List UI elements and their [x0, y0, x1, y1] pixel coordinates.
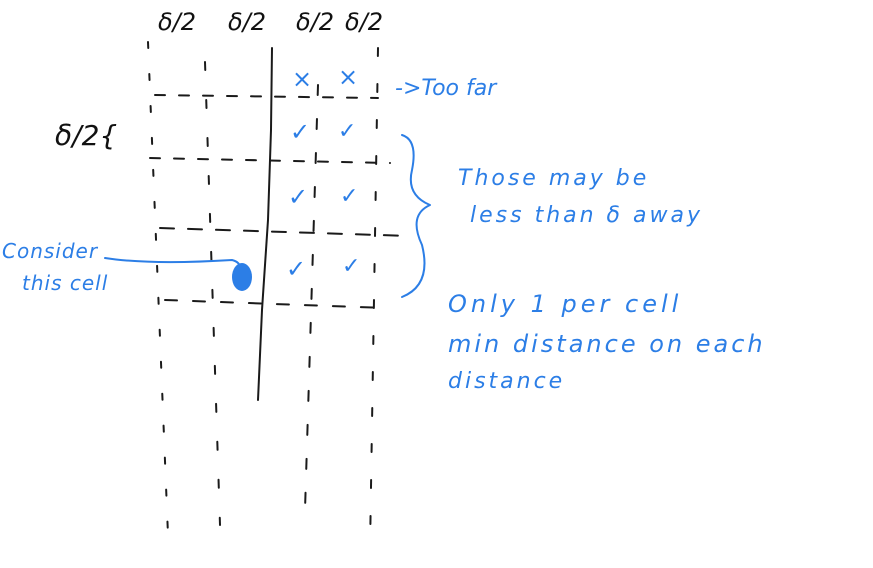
min-distance-note: min distance on each	[448, 330, 766, 358]
only-one-per-cell-note: Only 1 per cell	[448, 290, 682, 318]
those-may-be-note: Those may be	[458, 166, 649, 191]
pointer-line	[104, 257, 241, 269]
sketch-canvas: δ/2 δ/2 δ/2 δ/2 δ/2{ × × ✓ ✓ ✓ ✓ ✓ ✓ ->T…	[2, 8, 766, 551]
column-label-1: δ/2	[158, 8, 196, 36]
dashed-row-lines	[149, 94, 411, 309]
cross-mark: ×	[292, 65, 312, 93]
column-label-4: δ/2	[345, 8, 383, 36]
less-than-delta-note: less than δ away	[470, 203, 703, 228]
distance-note: distance	[448, 369, 565, 394]
too-far-note: ->Too far	[395, 76, 498, 101]
check-mark: ✓	[288, 183, 308, 211]
whiteboard-sketch: δ/2 δ/2 δ/2 δ/2 δ/2{ × × ✓ ✓ ✓ ✓ ✓ ✓ ->T…	[0, 0, 873, 568]
check-mark: ✓	[290, 118, 310, 146]
row-label: δ/2{	[55, 119, 117, 152]
column-label-3: δ/2	[296, 8, 334, 36]
consider-note: Consider	[2, 239, 99, 263]
check-mark: ✓	[338, 119, 356, 144]
point-dot	[232, 263, 252, 291]
check-mark: ✓	[340, 184, 358, 209]
check-mark: ✓	[286, 255, 306, 283]
check-mark: ✓	[342, 254, 360, 279]
brace-icon	[401, 134, 431, 298]
solid-divider-line	[257, 47, 273, 401]
column-label-2: δ/2	[228, 8, 266, 36]
cross-mark: ×	[338, 63, 358, 91]
this-cell-note: this cell	[22, 271, 108, 295]
